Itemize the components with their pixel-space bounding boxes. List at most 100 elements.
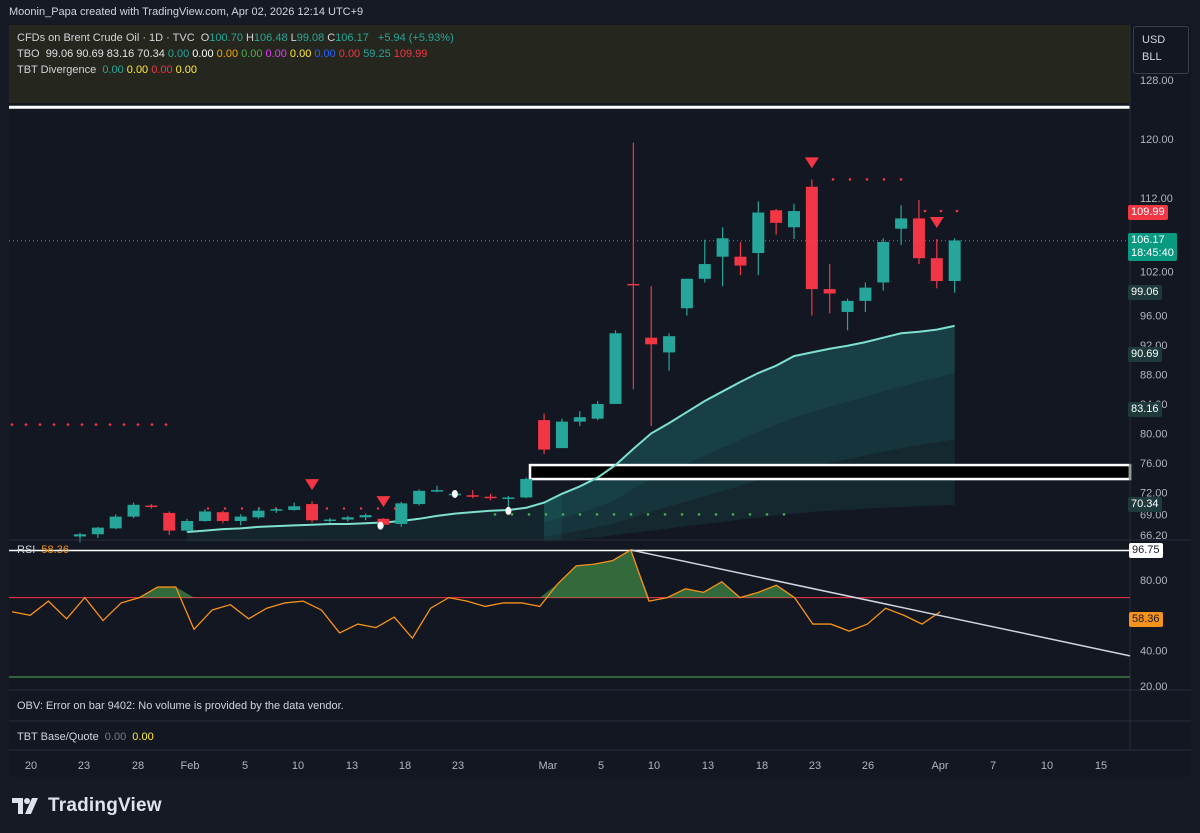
time-tick-label: 18 — [399, 760, 411, 772]
time-tick-label: 10 — [1041, 760, 1053, 772]
red-dot-level — [955, 209, 959, 213]
tradingview-wordmark: TradingView — [48, 795, 162, 816]
sell-marker — [929, 217, 944, 229]
time-tick-label: 13 — [702, 760, 714, 772]
divergence-value: 0.00 — [175, 64, 198, 76]
legend-change: +5.94 (+5.93%) — [377, 32, 454, 44]
time-tick-label: 10 — [648, 760, 660, 772]
candle-body — [680, 278, 693, 309]
tbo-value: 90.69 — [76, 48, 104, 60]
green-dot-level — [697, 513, 701, 516]
candle-body — [198, 511, 211, 522]
red-dot-level — [94, 423, 98, 426]
candle-body — [645, 337, 658, 345]
green-dot-level — [646, 513, 650, 516]
tbo-values: 99.06 90.69 83.16 70.34 0.00 0.00 0.00 0.00 0.00… — [46, 48, 431, 60]
red-dot-level — [206, 507, 210, 510]
sell-marker — [376, 496, 391, 508]
candle-body — [502, 497, 515, 499]
price-tick-label: 88.00 — [1140, 369, 1168, 381]
price-tick-label: 102.00 — [1140, 266, 1174, 278]
candle-body — [359, 515, 372, 518]
red-dot-level — [831, 178, 835, 181]
green-dot-level — [595, 513, 599, 516]
red-dot-level — [66, 423, 70, 426]
candle-body — [395, 503, 408, 524]
currency-label[interactable]: USD — [1142, 34, 1188, 46]
candle-body — [484, 496, 497, 499]
red-dot-level — [240, 507, 244, 510]
candle-body — [930, 258, 943, 281]
ohlc-key-C: C — [327, 32, 336, 44]
red-dot-level — [939, 209, 943, 213]
time-tick-label: 23 — [809, 760, 821, 772]
footer: TradingView — [0, 777, 1200, 833]
candle-body — [841, 300, 854, 312]
red-dot-level — [882, 178, 886, 181]
candle-body — [805, 186, 818, 290]
green-dot-level — [544, 513, 548, 516]
legend-tbo: TBO 99.06 90.69 83.16 70.34 0.00 0.00 0.00 0.00… — [17, 48, 433, 60]
ohlc-value-H: 106.48 — [253, 32, 288, 44]
sell-marker — [804, 157, 819, 169]
red-dot-level — [38, 423, 42, 426]
candle-body — [127, 504, 140, 517]
candle-body — [306, 504, 319, 521]
time-tick-label: 23 — [78, 760, 90, 772]
red-dot-level — [899, 178, 903, 181]
candle-body — [466, 495, 479, 497]
unit-selector[interactable]: USD BLL — [1133, 26, 1189, 74]
candle-body — [948, 240, 961, 281]
candle-body — [538, 420, 551, 450]
red-dot-level — [136, 423, 140, 426]
candle-body — [823, 289, 836, 294]
time-tick-label: 7 — [990, 760, 996, 772]
green-dot-level — [748, 513, 752, 516]
red-dot-level — [24, 423, 28, 426]
red-dot-level — [376, 507, 380, 510]
green-dot-level — [782, 513, 786, 516]
candle-body — [341, 517, 354, 520]
tbo-value: 0.00 — [289, 48, 312, 60]
rsi-upper-tag: 96.75 — [1129, 543, 1163, 558]
candle-body — [216, 512, 229, 522]
candle-body — [698, 264, 711, 279]
candle-body — [573, 417, 586, 422]
candle-body — [734, 256, 747, 266]
red-dot-level — [52, 423, 56, 426]
legend-divergence: TBT Divergence 0.00 0.00 0.00 0.00 — [17, 64, 203, 76]
candle-body — [252, 510, 265, 518]
time-tick-label: 18 — [756, 760, 768, 772]
green-dot-level — [612, 513, 616, 516]
legend-symbol: CFDs on Brent Crude Oil · 1D · TVC — [17, 32, 195, 44]
tbo-value: 109.99 — [393, 48, 428, 60]
divergence-value: 0.00 — [151, 64, 173, 76]
tradingview-logo[interactable]: TradingView — [12, 795, 162, 817]
tbo-value: 0.00 — [265, 48, 287, 60]
price-tick-label: 96.00 — [1140, 311, 1168, 323]
candle-body — [788, 211, 800, 228]
candle-body — [91, 527, 104, 535]
green-dot-level — [510, 513, 514, 516]
candle-body — [520, 479, 533, 498]
price-tag: 106.17 18:45:40 — [1128, 232, 1177, 261]
time-tick-label: 10 — [292, 760, 304, 772]
candle-body — [609, 333, 622, 404]
tbo-value: 0.00 — [167, 48, 190, 60]
time-tick-label: 5 — [242, 760, 248, 772]
time-tick-label: 13 — [346, 760, 358, 772]
price-tick-label: 80.00 — [1140, 428, 1168, 440]
candle-body — [912, 218, 925, 259]
candle-body — [431, 490, 443, 492]
tbo-value: 70.34 — [137, 48, 165, 60]
price-tick-label: 128.00 — [1140, 75, 1174, 87]
ohlc-key-L: L — [290, 32, 297, 44]
unit-label[interactable]: BLL — [1142, 51, 1188, 63]
rsi-legend: RSI 58.36 — [17, 544, 72, 556]
rsi-tick-label: 40.00 — [1140, 646, 1168, 658]
tbt-base-v1: 0.00 — [104, 731, 127, 743]
time-tick-label: Mar — [539, 760, 558, 772]
tbo-label: TBO — [17, 48, 40, 60]
divergence-value: 0.00 — [102, 64, 124, 76]
rsi-value: 58.36 — [41, 544, 69, 556]
